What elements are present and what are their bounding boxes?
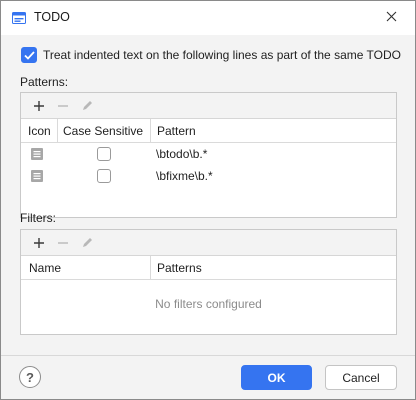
column-header-case-sensitive[interactable]: Case Sensitive xyxy=(63,124,143,138)
indent-option-label: Treat indented text on the following lin… xyxy=(43,48,401,62)
column-header-icon[interactable]: Icon xyxy=(28,124,51,138)
remove-pattern-button[interactable] xyxy=(51,95,75,117)
case-sensitive-checkbox[interactable] xyxy=(97,169,111,183)
pencil-icon xyxy=(82,101,92,110)
help-button[interactable]: ? xyxy=(19,366,41,388)
patterns-label: Patterns: xyxy=(20,75,69,89)
case-sensitive-checkbox[interactable] xyxy=(97,147,111,161)
todo-list-icon xyxy=(31,170,43,182)
column-header-patterns[interactable]: Patterns xyxy=(157,261,202,275)
filters-panel: Name Patterns No filters configured xyxy=(20,229,397,335)
pencil-icon xyxy=(82,238,92,247)
ok-button[interactable]: OK xyxy=(241,365,312,390)
close-icon xyxy=(386,11,397,25)
pattern-row[interactable]: \bfixme\b.* xyxy=(21,165,396,187)
plus-icon xyxy=(34,237,44,248)
edit-pattern-button[interactable] xyxy=(75,95,99,117)
column-header-pattern[interactable]: Pattern xyxy=(157,124,196,138)
patterns-header: Icon Case Sensitive Pattern xyxy=(21,119,396,143)
filters-label: Filters: xyxy=(20,211,56,225)
indent-option-checkbox[interactable] xyxy=(21,47,37,63)
todo-dialog: TODO Treat indented text on the followin… xyxy=(0,0,416,400)
cancel-button[interactable]: Cancel xyxy=(325,365,397,390)
filters-header: Name Patterns xyxy=(21,256,396,280)
remove-filter-button[interactable] xyxy=(51,232,75,254)
minus-icon xyxy=(58,104,68,107)
pattern-cell: \btodo\b.* xyxy=(156,147,208,161)
pattern-row[interactable]: \btodo\b.* xyxy=(21,143,396,165)
window-title: TODO xyxy=(34,10,70,24)
dialog-content: Treat indented text on the following lin… xyxy=(1,35,415,355)
add-pattern-button[interactable] xyxy=(27,95,51,117)
close-button[interactable] xyxy=(373,5,409,31)
minus-icon xyxy=(58,241,68,244)
dialog-footer: ? OK Cancel xyxy=(1,355,415,399)
edit-filter-button[interactable] xyxy=(75,232,99,254)
checkmark-icon xyxy=(23,50,35,60)
plus-icon xyxy=(34,100,44,111)
add-filter-button[interactable] xyxy=(27,232,51,254)
patterns-panel: Icon Case Sensitive Pattern \btodo\b.* \… xyxy=(20,92,397,218)
pattern-cell: \bfixme\b.* xyxy=(156,169,213,183)
column-header-name[interactable]: Name xyxy=(29,261,61,275)
patterns-toolbar xyxy=(21,93,396,119)
todo-app-icon xyxy=(12,12,26,24)
todo-list-icon xyxy=(31,148,43,160)
filters-empty-message: No filters configured xyxy=(155,297,262,311)
title-bar: TODO xyxy=(1,1,415,35)
indent-option-row: Treat indented text on the following lin… xyxy=(21,47,401,63)
filters-toolbar xyxy=(21,230,396,256)
